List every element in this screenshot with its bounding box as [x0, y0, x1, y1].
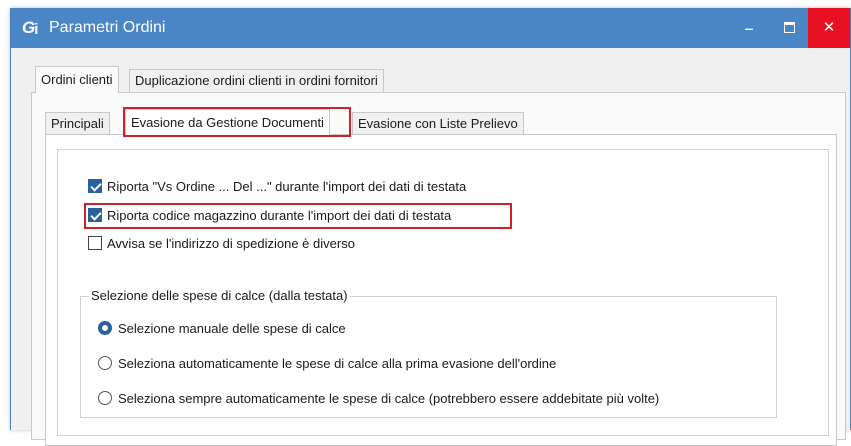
- ordini-clienti-panel: Principali Evasione da Gestione Document…: [31, 92, 846, 446]
- radio-sempre-automatica[interactable]: [98, 391, 112, 405]
- radio-prima-evasione[interactable]: [98, 356, 112, 370]
- close-button[interactable]: ✕: [808, 8, 850, 48]
- parametri-ordini-window: Gi Parametri Ordini ‒ ✕ Ordini clienti D…: [10, 8, 851, 446]
- evasione-gestione-documenti-panel: Riporta "Vs Ordine ... Del ..." durante …: [45, 134, 837, 446]
- radio-selezione-manuale-label: Selezione manuale delle spese di calce: [118, 321, 346, 336]
- checkbox-riporta-vs-ordine[interactable]: [88, 179, 102, 193]
- option-riporta-vs-ordine-label: Riporta "Vs Ordine ... Del ..." durante …: [107, 179, 467, 194]
- app-logo-icon: Gi: [22, 17, 38, 39]
- spese-calce-legend: Selezione delle spese di calce (dalla te…: [89, 287, 350, 305]
- radio-prima-evasione-label: Seleziona automaticamente le spese di ca…: [118, 356, 557, 371]
- minimize-icon: ‒: [745, 20, 753, 36]
- minimize-button[interactable]: ‒: [731, 8, 767, 48]
- tab-evasione-gestione-documenti[interactable]: Evasione da Gestione Documenti: [125, 109, 330, 136]
- title-bar[interactable]: Gi Parametri Ordini ‒ ✕: [11, 8, 850, 48]
- tab-duplicazione-ordini[interactable]: Duplicazione ordini clienti in ordini fo…: [129, 69, 384, 92]
- logo-letter: G: [22, 18, 35, 37]
- option-avvisa-indirizzo-label: Avvisa se l'indirizzo di spedizione è di…: [107, 236, 355, 251]
- spese-calce-group: Selezione delle spese di calce (dalla te…: [80, 287, 777, 418]
- tab-evasione-liste-prelievo[interactable]: Evasione con Liste Prelievo: [352, 112, 524, 135]
- radio-selezione-manuale[interactable]: [98, 321, 112, 335]
- checkbox-avvisa-indirizzo[interactable]: [88, 236, 102, 250]
- option-riporta-codice-magazzino-label: Riporta codice magazzino durante l'impor…: [107, 208, 452, 223]
- window-title: Parametri Ordini: [49, 19, 166, 36]
- maximize-button[interactable]: [771, 8, 807, 48]
- options-box: Riporta "Vs Ordine ... Del ..." durante …: [57, 149, 829, 436]
- checkbox-riporta-codice-magazzino[interactable]: [88, 208, 102, 222]
- tab-principali[interactable]: Principali: [45, 112, 110, 135]
- tab-ordini-clienti[interactable]: Ordini clienti: [35, 66, 119, 93]
- radio-sempre-automatica-label: Seleziona sempre automaticamente le spes…: [118, 391, 660, 406]
- maximize-icon: [783, 22, 795, 34]
- close-icon: ✕: [822, 19, 836, 36]
- logo-suffix: i: [34, 21, 38, 38]
